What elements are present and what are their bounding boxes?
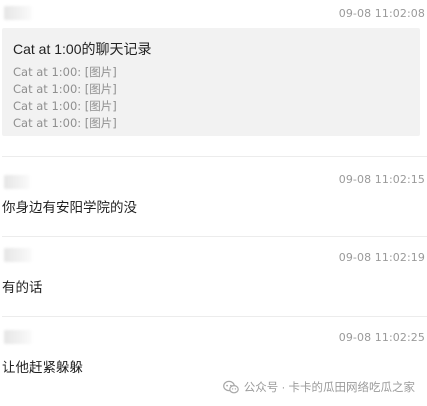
wechat-official-account-icon <box>222 380 239 394</box>
sender-name-blurred <box>4 248 32 262</box>
watermark-text: 公众号 · 卡卡的瓜田网络吃瓜之家 <box>243 382 415 394</box>
chat-record-line: Cat at 1:00: [图片] <box>13 82 117 96</box>
message-divider <box>2 316 427 317</box>
sender-name-blurred <box>4 6 32 20</box>
message-divider <box>2 236 427 237</box>
message-4: 09-08 11:02:25 让他赶紧躲躲 <box>0 318 427 378</box>
message-time: 09-08 11:02:15 <box>338 173 425 186</box>
message-1: 09-08 11:02:08 Cat at 1:00的聊天记录 Cat at 1… <box>0 0 427 150</box>
chat-record-line: Cat at 1:00: [图片] <box>13 65 117 79</box>
message-time: 09-08 11:02:08 <box>338 7 425 20</box>
chat-record-line: Cat at 1:00: [图片] <box>13 116 117 130</box>
message-text: 有的话 <box>2 280 43 295</box>
chat-record-title: Cat at 1:00的聊天记录 <box>13 41 152 57</box>
message-time: 09-08 11:02:25 <box>338 331 425 344</box>
chat-record-card[interactable]: Cat at 1:00的聊天记录 Cat at 1:00: [图片] Cat a… <box>2 28 420 136</box>
message-2: 09-08 11:02:15 你身边有安阳学院的没 <box>0 158 427 236</box>
message-text: 让他赶紧躲躲 <box>2 360 83 375</box>
message-text: 你身边有安阳学院的没 <box>2 200 137 215</box>
message-time: 09-08 11:02:19 <box>338 251 425 264</box>
message-3: 09-08 11:02:19 有的话 <box>0 238 427 316</box>
watermark: 公众号 · 卡卡的瓜田网络吃瓜之家 <box>222 379 415 395</box>
sender-name-blurred <box>4 330 32 344</box>
chat-record-line: Cat at 1:00: [图片] <box>13 99 117 113</box>
sender-name-blurred <box>4 175 30 189</box>
message-divider <box>2 156 427 157</box>
